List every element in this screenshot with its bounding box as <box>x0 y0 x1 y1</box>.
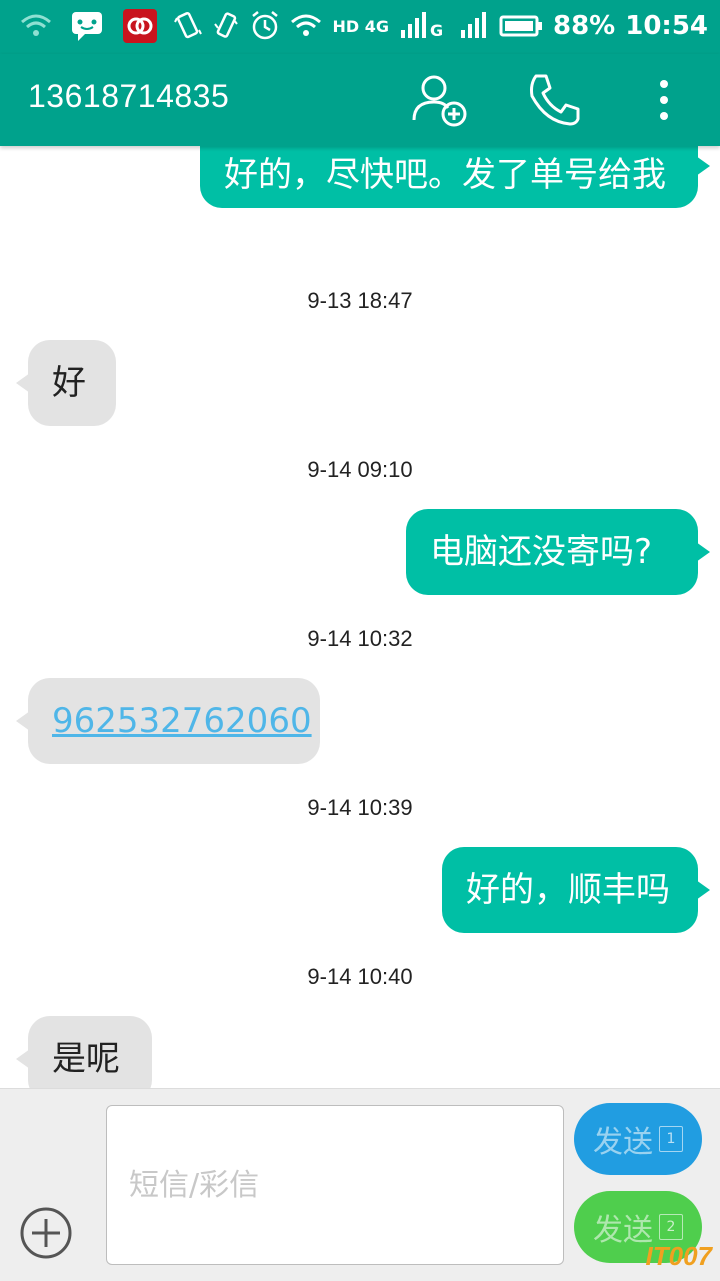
network-type-label: HD 4G <box>332 16 389 36</box>
phone-icon <box>530 74 580 126</box>
send-label: 发送 <box>593 1213 653 1248</box>
message-timestamp: 9-14 10:39 <box>307 795 413 820</box>
message-text: 是呢 <box>52 1039 120 1079</box>
message-input[interactable] <box>106 1105 564 1265</box>
conversation-list[interactable]: 好的，尽快吧。发了单号给我 9-13 18:47 好 9-14 09:10 电脑… <box>0 146 720 1088</box>
contact-number-title: 13618714835 <box>28 78 230 114</box>
battery-percent: 88% <box>553 11 616 41</box>
add-contact-icon <box>412 75 467 127</box>
wifi-signal-icon <box>291 14 322 36</box>
sent-message[interactable]: 好的，顺丰吗 <box>442 847 710 933</box>
watermark-logo: IT007 <box>645 1241 713 1271</box>
status-bar: HD 4G G 88% 10:54 <box>0 0 720 54</box>
vibrate-icon <box>214 12 239 38</box>
status-clock: 10:54 <box>625 11 708 41</box>
message-timestamp: 9-14 10:32 <box>307 626 413 651</box>
send-label: 发送 <box>593 1125 653 1160</box>
more-vert-icon <box>660 80 668 120</box>
message-timestamp: 9-14 10:40 <box>307 964 413 989</box>
app-bar: 13618714835 <box>0 54 720 146</box>
message-text: 好 <box>52 363 86 403</box>
more-options-button[interactable] <box>632 68 696 132</box>
app-notification-icon <box>123 9 157 43</box>
attach-button[interactable] <box>18 1205 74 1261</box>
add-circle-icon <box>20 1207 72 1259</box>
alarm-icon <box>252 11 279 40</box>
sent-message[interactable]: 好的，尽快吧。发了单号给我 <box>200 146 710 208</box>
signal-strength-2-icon <box>461 12 486 38</box>
message-timestamp: 9-13 18:47 <box>307 288 413 313</box>
chat-notification-icon <box>72 12 102 41</box>
received-message[interactable]: 好 <box>16 340 116 426</box>
sim2-badge: 2 <box>659 1214 683 1240</box>
compose-bar: 发送 1 发送 2 IT007 <box>0 1088 720 1281</box>
received-message[interactable]: 962532762060 <box>16 678 320 764</box>
vibrate-phone-icon <box>174 11 203 39</box>
wifi-icon <box>21 14 51 36</box>
received-message[interactable]: 是呢 <box>16 1016 152 1088</box>
message-timestamp: 9-14 09:10 <box>307 457 413 482</box>
svg-text:G: G <box>430 21 443 40</box>
message-text: 好的，顺丰吗 <box>466 870 670 910</box>
message-text: 好的，尽快吧。发了单号给我 <box>224 155 666 195</box>
sent-message[interactable]: 电脑还没寄吗? <box>406 509 710 595</box>
sim1-badge: 1 <box>659 1126 683 1152</box>
message-text: 电脑还没寄吗? <box>430 532 653 572</box>
battery-icon <box>499 15 542 37</box>
send-sim1-button[interactable]: 发送 1 <box>574 1103 702 1175</box>
call-button[interactable] <box>522 68 586 132</box>
tracking-number-link[interactable]: 962532762060 <box>52 701 312 741</box>
signal-strength-icon: G <box>401 12 443 40</box>
add-contact-button[interactable] <box>408 68 472 132</box>
